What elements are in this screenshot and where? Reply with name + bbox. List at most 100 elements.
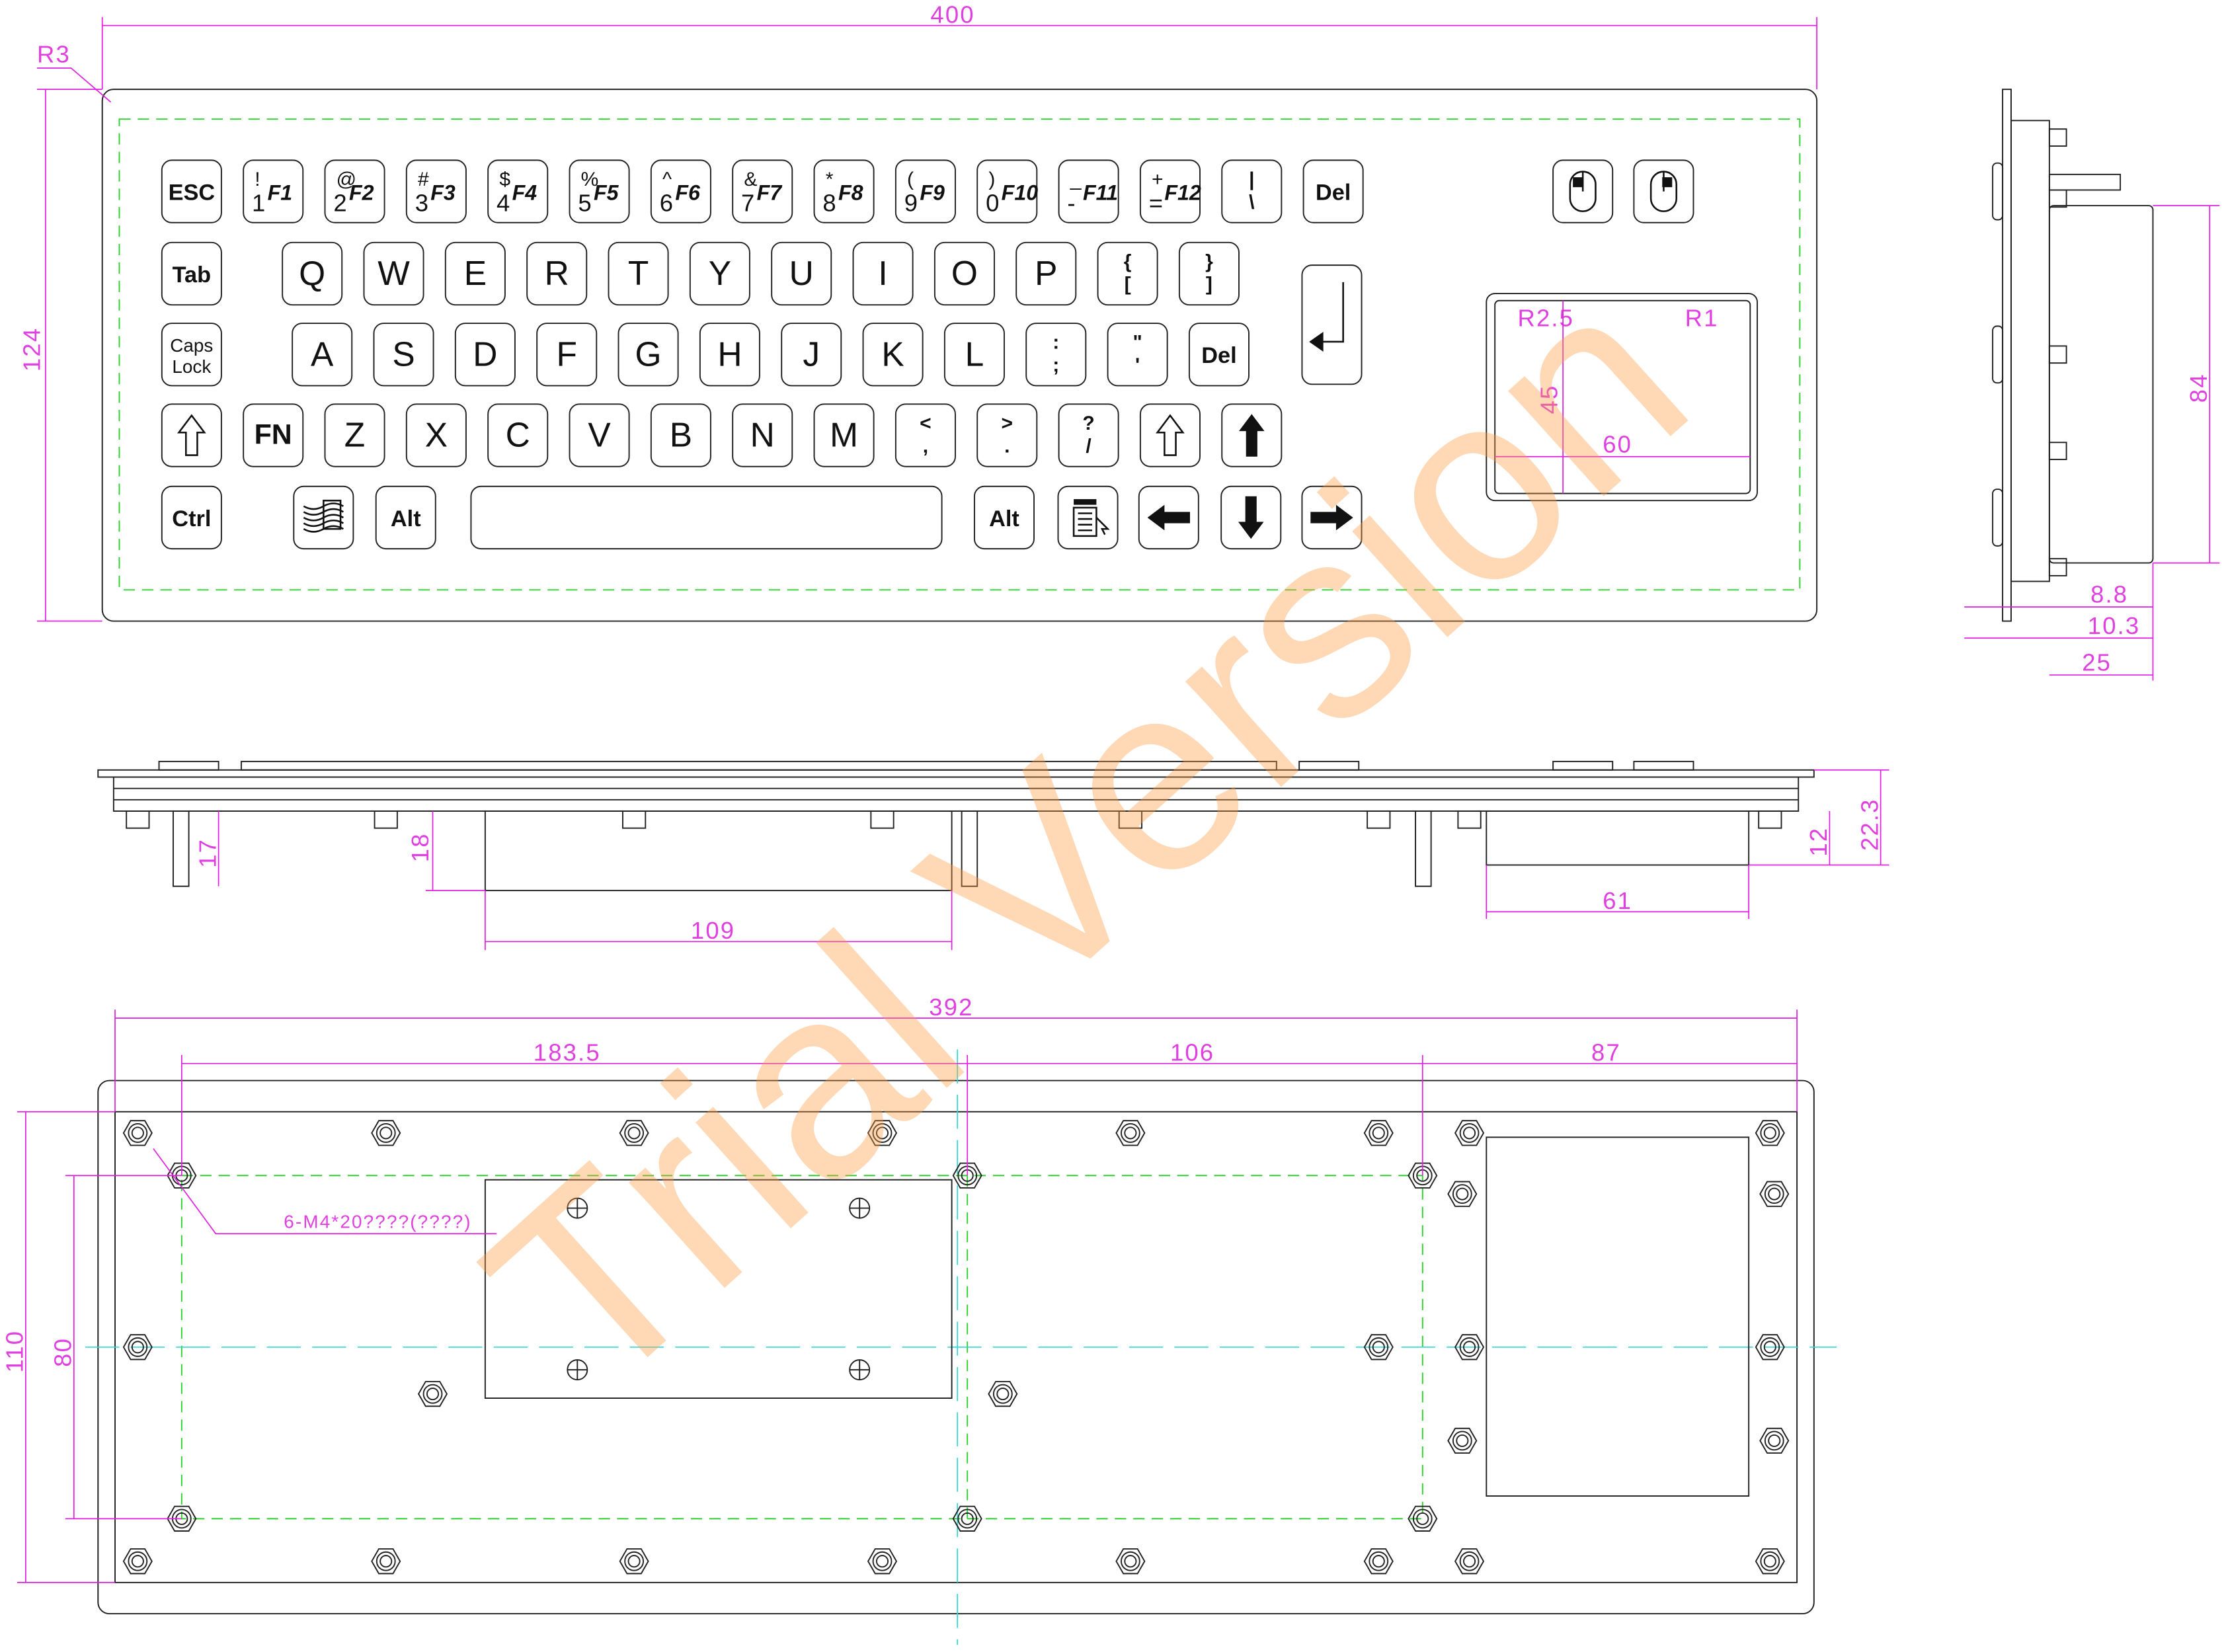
key[interactable]: B xyxy=(650,403,711,467)
svg-text:R: R xyxy=(545,254,569,292)
key[interactable]: Alt xyxy=(375,485,436,550)
key[interactable]: @2 F2 xyxy=(324,159,385,223)
key[interactable]: Alt xyxy=(973,485,1035,550)
key[interactable]: N xyxy=(732,403,793,467)
key[interactable]: Z xyxy=(324,403,385,467)
key[interactable]: K xyxy=(862,323,924,387)
key[interactable]: }] xyxy=(1178,241,1240,306)
svg-text:-: - xyxy=(1067,190,1075,217)
svg-text:Alt: Alt xyxy=(391,506,421,531)
key[interactable]: V xyxy=(569,403,630,467)
key[interactable]: FN xyxy=(243,403,304,467)
key[interactable]: O xyxy=(933,241,995,306)
svg-text:Y: Y xyxy=(709,254,731,292)
key[interactable]: J xyxy=(781,323,842,387)
key[interactable]: M xyxy=(813,403,875,467)
key[interactable]: += F12 xyxy=(1139,159,1201,223)
key[interactable]: *8 F8 xyxy=(813,159,875,223)
svg-text:O: O xyxy=(951,254,978,292)
key[interactable]: S xyxy=(373,323,434,387)
svg-text:Lock: Lock xyxy=(172,356,211,377)
key[interactable]: W xyxy=(363,241,424,306)
key[interactable]: "' xyxy=(1107,323,1168,387)
dim-bottom-inner-h: 80 xyxy=(50,1337,77,1367)
svg-text:F9: F9 xyxy=(920,180,945,204)
key[interactable]: Ctrl xyxy=(161,485,222,550)
arrow-up-key[interactable] xyxy=(1221,403,1283,467)
svg-text:W: W xyxy=(377,254,410,292)
key[interactable]: R xyxy=(526,241,588,306)
key[interactable]: D xyxy=(454,323,516,387)
side-view: 84 8.8 10.3 25 xyxy=(1964,89,2220,681)
key[interactable]: C xyxy=(487,403,549,467)
key[interactable]: ^6 F6 xyxy=(650,159,711,223)
key[interactable]: CapsLock xyxy=(161,323,222,387)
key[interactable]: E xyxy=(444,241,506,306)
svg-text:Del: Del xyxy=(1201,343,1236,368)
svg-text:S: S xyxy=(392,334,415,373)
key[interactable]: U xyxy=(771,241,832,306)
dim-bottom-height: 110 xyxy=(1,1330,28,1373)
key[interactable]: %5 F5 xyxy=(569,159,630,223)
svg-text:_: _ xyxy=(1070,169,1082,190)
key[interactable]: H xyxy=(699,323,760,387)
svg-text:&: & xyxy=(744,169,757,190)
svg-text:>: > xyxy=(1001,413,1013,434)
key[interactable]: {[ xyxy=(1097,241,1158,306)
key[interactable]: F xyxy=(536,323,598,387)
key[interactable]: !1 F1 xyxy=(243,159,304,223)
key[interactable]: :; xyxy=(1025,323,1087,387)
key[interactable]: &7 F7 xyxy=(732,159,793,223)
key[interactable]: Y xyxy=(689,241,750,306)
nut xyxy=(1454,1120,1485,1146)
svg-text:D: D xyxy=(473,334,497,373)
shift-arrow-key[interactable] xyxy=(1139,403,1201,467)
menu-key[interactable] xyxy=(1057,485,1119,550)
svg-text:|: | xyxy=(1249,169,1254,190)
svg-text:V: V xyxy=(588,416,611,454)
key[interactable]: Del xyxy=(1302,159,1364,223)
svg-text:F2: F2 xyxy=(349,180,374,204)
nut xyxy=(867,1548,898,1575)
dim-side-height: 84 xyxy=(2185,373,2212,403)
key[interactable]: L xyxy=(943,323,1005,387)
svg-text:=: = xyxy=(1149,190,1163,217)
key[interactable]: >. xyxy=(976,403,1038,467)
nut xyxy=(1454,1548,1485,1575)
dim-corner-radius: R3 xyxy=(37,40,71,67)
key[interactable]: I xyxy=(852,241,914,306)
key[interactable]: Del xyxy=(1188,323,1250,387)
svg-text:{: { xyxy=(1124,251,1132,272)
key[interactable]: ?/ xyxy=(1058,403,1119,467)
key[interactable]: #3 F3 xyxy=(405,159,467,223)
key[interactable]: |\ xyxy=(1221,159,1283,223)
key[interactable]: ESC xyxy=(161,159,222,223)
key[interactable]: G xyxy=(617,323,679,387)
left-mouse-button-key[interactable] xyxy=(1552,159,1614,223)
key[interactable]: Q xyxy=(282,241,343,306)
right-mouse-button-key[interactable] xyxy=(1633,159,1694,223)
key[interactable]: T xyxy=(608,241,669,306)
shift-arrow-key[interactable] xyxy=(161,403,222,467)
key[interactable]: X xyxy=(405,403,467,467)
svg-text:#: # xyxy=(418,169,429,190)
key[interactable]: <, xyxy=(894,403,956,467)
windows-key[interactable] xyxy=(293,485,354,550)
key[interactable]: P xyxy=(1015,241,1077,306)
key[interactable]: )0 F10 xyxy=(976,159,1038,223)
key[interactable]: (9 F9 xyxy=(894,159,956,223)
key[interactable]: _- F11 xyxy=(1058,159,1119,223)
arrow-left-key[interactable] xyxy=(1138,485,1199,550)
nut xyxy=(1363,1120,1394,1146)
svg-text:!: ! xyxy=(255,169,260,190)
svg-text:[: [ xyxy=(1125,274,1131,295)
dim-front-leg: 17 xyxy=(194,838,221,868)
svg-text:F: F xyxy=(556,334,576,373)
enter-arrow-key[interactable] xyxy=(1301,264,1363,385)
key[interactable]: A xyxy=(292,323,353,387)
nut xyxy=(1755,1120,1785,1146)
key[interactable]: $4 F4 xyxy=(487,159,549,223)
dim-front-pad-h: 12 xyxy=(1805,827,1832,857)
key[interactable]: Tab xyxy=(161,241,222,306)
space-key[interactable] xyxy=(470,485,943,550)
